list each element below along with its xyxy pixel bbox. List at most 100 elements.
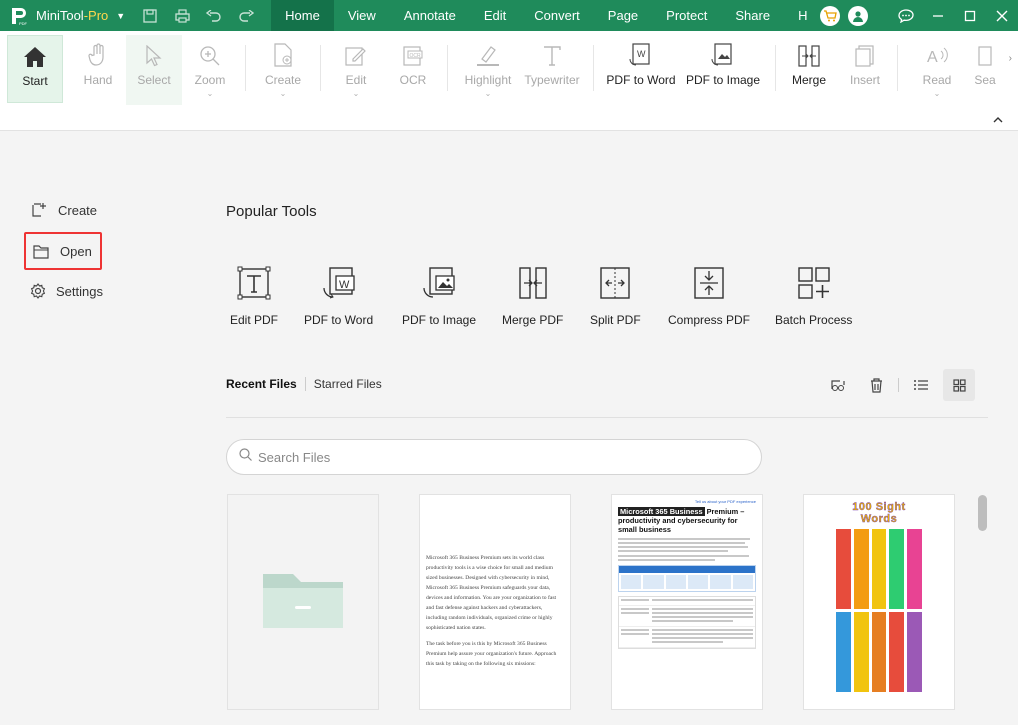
pdf-to-image-icon (711, 35, 735, 67)
batch-process-icon (796, 265, 832, 301)
svg-text:OCR: OCR (410, 53, 422, 59)
maximize-icon[interactable] (954, 0, 986, 31)
zoom-dropdown-icon[interactable]: ⌄ (207, 89, 214, 98)
tool-pdf-to-word[interactable]: W PDF to Word (304, 265, 373, 327)
feedback-icon[interactable] (890, 0, 922, 31)
menu-tabs: Home View Annotate Edit Convert Page Pro… (271, 0, 821, 31)
tab-edit[interactable]: Edit (470, 0, 520, 31)
edit-icon (345, 35, 367, 67)
pdf-to-image-button[interactable]: PDF to Image (686, 35, 760, 103)
merge-icon (797, 35, 821, 67)
typewriter-icon (542, 35, 562, 67)
title-bar: PDF MiniTool-Pro ▼ Home View Annotate Ed… (0, 0, 1018, 31)
grid-view-icon[interactable] (943, 369, 975, 401)
recent-file-2[interactable]: Tell us about your PDF experience Micros… (611, 494, 763, 710)
tab-help[interactable]: H (784, 0, 821, 31)
highlight-dropdown-icon[interactable]: ⌄ (485, 89, 492, 98)
files-tabs: Recent Files Starred Files (226, 377, 382, 391)
pdf-to-image-tool-icon (421, 265, 457, 301)
tool-split-pdf[interactable]: Split PDF (590, 265, 641, 327)
trash-icon[interactable] (860, 369, 892, 401)
create-file-icon (273, 35, 293, 67)
edit-button[interactable]: Edit ⌄ (340, 35, 372, 103)
collapse-ribbon-icon[interactable] (993, 115, 1003, 126)
insert-page-icon (855, 35, 875, 67)
divider (226, 417, 988, 418)
search-doc-icon (978, 35, 992, 67)
cart-icon[interactable] (820, 5, 840, 26)
pdf-to-word-tool-icon: W (321, 265, 357, 301)
highlighter-icon (476, 35, 500, 67)
pdf-to-word-button[interactable]: W PDF to Word (606, 35, 676, 103)
close-icon[interactable] (986, 0, 1018, 31)
tab-share[interactable]: Share (721, 0, 784, 31)
svg-text:W: W (339, 279, 350, 291)
search-files-input[interactable] (258, 449, 738, 465)
ocr-button[interactable]: OCR OCR (396, 35, 430, 103)
tool-edit-pdf[interactable]: Edit PDF (230, 265, 278, 327)
ribbon-scroll-right-icon[interactable]: › (1009, 53, 1012, 64)
save-icon[interactable] (139, 5, 161, 27)
read-button[interactable]: A Read ⌄ (920, 35, 954, 103)
tool-batch-process[interactable]: Batch Process (775, 265, 852, 327)
recent-file-1[interactable]: Microsoft 365 Business Premium sets its … (419, 494, 571, 710)
hand-icon (88, 35, 108, 67)
merge-button[interactable]: Merge (790, 35, 828, 103)
split-pdf-icon (597, 265, 633, 301)
start-button[interactable]: Start (7, 35, 63, 103)
popular-tools-title: Popular Tools (226, 203, 317, 220)
tool-pdf-to-image[interactable]: PDF to Image (402, 265, 476, 327)
select-button[interactable]: Select (126, 35, 182, 105)
tab-recent-files[interactable]: Recent Files (226, 377, 297, 391)
tool-compress-pdf[interactable]: Compress PDF (668, 265, 750, 327)
read-dropdown-icon[interactable]: ⌄ (934, 89, 941, 98)
highlight-button[interactable]: Highlight ⌄ (460, 35, 516, 103)
undo-icon[interactable] (203, 5, 225, 27)
read-aloud-icon: A (926, 35, 948, 67)
create-dropdown-icon[interactable]: ⌄ (280, 89, 287, 98)
file-preview-text: Microsoft 365 Business Premium sets its … (426, 555, 557, 667)
zoom-button[interactable]: Zoom ⌄ (190, 35, 230, 103)
merge-pdf-icon (515, 265, 551, 301)
tab-protect[interactable]: Protect (652, 0, 721, 31)
app-menu-caret-icon[interactable]: ▼ (116, 11, 125, 21)
gear-icon (30, 282, 46, 300)
tab-home[interactable]: Home (271, 0, 334, 31)
tab-annotate[interactable]: Annotate (390, 0, 470, 31)
svg-text:A: A (927, 49, 938, 66)
list-view-icon[interactable] (905, 369, 937, 401)
tab-view[interactable]: View (334, 0, 390, 31)
nav-create[interactable]: Create (24, 191, 102, 229)
select-cursor-icon (145, 35, 163, 67)
folder-open-icon (32, 242, 50, 260)
recent-file-3[interactable]: 100 Sight Words (803, 494, 955, 710)
svg-text:W: W (637, 49, 646, 59)
search-box (226, 439, 762, 475)
typewriter-button[interactable]: Typewriter (523, 35, 581, 103)
search-ribbon-button[interactable]: Sea (972, 35, 998, 103)
app-name: MiniTool-Pro (36, 8, 109, 23)
link-icon[interactable] (822, 369, 854, 401)
hand-button[interactable]: Hand (78, 35, 118, 103)
nav-open[interactable]: Open (24, 232, 102, 270)
svg-text:PDF: PDF (19, 21, 28, 26)
account-icon[interactable] (848, 5, 868, 26)
minimize-icon[interactable] (922, 0, 954, 31)
open-folder-card[interactable] (227, 494, 379, 710)
zoom-icon (199, 35, 221, 67)
compress-pdf-icon (691, 265, 727, 301)
file-view-actions (822, 369, 975, 401)
tab-starred-files[interactable]: Starred Files (314, 377, 382, 391)
tool-merge-pdf[interactable]: Merge PDF (502, 265, 563, 327)
tab-page[interactable]: Page (594, 0, 652, 31)
edit-dropdown-icon[interactable]: ⌄ (353, 89, 360, 98)
tab-convert[interactable]: Convert (520, 0, 594, 31)
vertical-scrollbar[interactable] (978, 495, 987, 531)
redo-icon[interactable] (235, 5, 257, 27)
nav-settings[interactable]: Settings (24, 272, 103, 310)
print-icon[interactable] (171, 5, 193, 27)
create-button[interactable]: Create ⌄ (262, 35, 304, 103)
home-icon (23, 36, 47, 68)
search-icon (239, 448, 252, 466)
insert-button[interactable]: Insert (848, 35, 882, 103)
